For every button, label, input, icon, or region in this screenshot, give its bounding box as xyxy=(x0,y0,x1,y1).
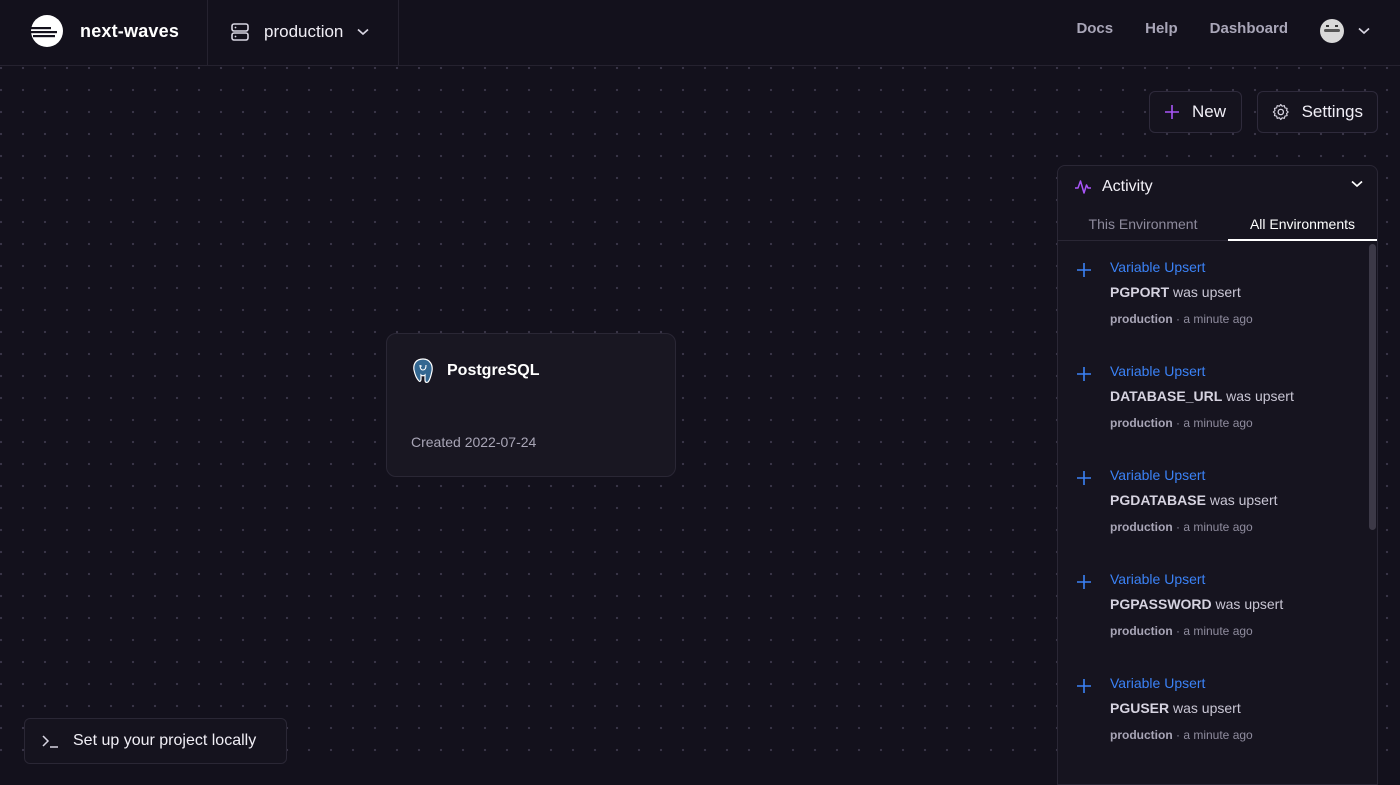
settings-button-label: Settings xyxy=(1301,102,1363,121)
service-created-date: Created 2022-07-24 xyxy=(411,434,537,450)
divider xyxy=(207,0,208,66)
environment-selector[interactable]: production xyxy=(230,18,369,46)
new-button-label: New xyxy=(1192,102,1227,121)
activity-item-description: PGDATABASE was upsert xyxy=(1110,492,1278,508)
activity-item-description: DATABASE_URL was upsert xyxy=(1110,388,1294,404)
timestamp: · a minute ago xyxy=(1176,728,1253,742)
activity-item-meta: production · a minute ago xyxy=(1110,520,1253,534)
activity-item[interactable]: Variable Upsert PGDATABASE was upsert pr… xyxy=(1058,450,1358,554)
activity-panel: Activity This Environment All Environmen… xyxy=(1057,165,1378,785)
activity-title: Activity xyxy=(1102,178,1153,195)
environment-tag: production xyxy=(1110,312,1173,326)
variable-name: PGUSER xyxy=(1110,700,1170,716)
timestamp: · a minute ago xyxy=(1176,624,1253,638)
user-menu[interactable] xyxy=(1320,19,1370,43)
activity-icon xyxy=(1075,180,1091,194)
terminal-icon xyxy=(42,735,58,748)
plus-icon xyxy=(1077,263,1091,277)
activity-item[interactable]: Variable Upsert DATABASE_URL was upsert … xyxy=(1058,346,1358,450)
plus-icon xyxy=(1077,471,1091,485)
environment-tag: production xyxy=(1110,520,1173,534)
activity-item[interactable]: Variable Upsert PGPORT was upsert produc… xyxy=(1058,242,1358,346)
activity-item-meta: production · a minute ago xyxy=(1110,624,1253,638)
action-text: was upsert xyxy=(1226,388,1294,404)
action-text: was upsert xyxy=(1173,700,1241,716)
activity-item-meta: production · a minute ago xyxy=(1110,728,1253,742)
top-bar: next-waves production Docs Help Dashboar… xyxy=(0,0,1400,66)
action-text: was upsert xyxy=(1173,284,1241,300)
plus-icon xyxy=(1077,367,1091,381)
settings-button[interactable]: Settings xyxy=(1257,91,1378,133)
variable-name: PGPORT xyxy=(1110,284,1170,300)
variable-name: DATABASE_URL xyxy=(1110,388,1223,404)
setup-locally-label: Set up your project locally xyxy=(73,732,257,749)
action-text: was upsert xyxy=(1215,596,1284,612)
help-link[interactable]: Help xyxy=(1145,20,1178,37)
plus-icon xyxy=(1165,105,1179,119)
activity-item-meta: production · a minute ago xyxy=(1110,416,1253,430)
environment-name: production xyxy=(264,22,344,41)
chevron-down-icon xyxy=(1351,180,1363,188)
activity-item-meta: production · a minute ago xyxy=(1110,312,1253,326)
new-button[interactable]: New xyxy=(1149,91,1242,133)
activity-item-description: PGUSER was upsert xyxy=(1110,700,1241,716)
service-card-postgresql[interactable]: PostgreSQL Created 2022-07-24 xyxy=(386,333,676,477)
timestamp: · a minute ago xyxy=(1176,312,1253,326)
activity-item-title[interactable]: Variable Upsert xyxy=(1110,467,1205,483)
avatar xyxy=(1320,19,1344,43)
tab-all-environments[interactable]: All Environments xyxy=(1228,208,1377,241)
variable-name: PGDATABASE xyxy=(1110,492,1206,508)
activity-tabs: This Environment All Environments xyxy=(1058,208,1377,241)
environment-tag: production xyxy=(1110,416,1173,430)
activity-item-title[interactable]: Variable Upsert xyxy=(1110,259,1205,275)
tab-this-environment[interactable]: This Environment xyxy=(1058,208,1228,241)
chevron-down-icon xyxy=(357,28,369,36)
top-nav: Docs Help Dashboard xyxy=(1076,20,1288,37)
server-icon xyxy=(231,23,249,41)
service-name: PostgreSQL xyxy=(447,362,540,379)
setup-locally-button[interactable]: Set up your project locally xyxy=(24,718,287,764)
chevron-down-icon xyxy=(1358,27,1370,35)
divider xyxy=(398,0,399,66)
gear-icon xyxy=(1272,103,1289,121)
variable-name: PGPASSWORD xyxy=(1110,596,1212,612)
environment-tag: production xyxy=(1110,728,1173,742)
activity-item-title[interactable]: Variable Upsert xyxy=(1110,571,1205,587)
activity-item-title[interactable]: Variable Upsert xyxy=(1110,675,1205,691)
dashboard-link[interactable]: Dashboard xyxy=(1210,20,1288,37)
scrollbar[interactable] xyxy=(1369,244,1376,530)
docs-link[interactable]: Docs xyxy=(1076,20,1113,37)
postgresql-icon xyxy=(413,358,433,383)
project-brand[interactable]: next-waves xyxy=(30,14,179,48)
plus-icon xyxy=(1077,679,1091,693)
action-text: was upsert xyxy=(1209,492,1278,508)
activity-item-description: PGPORT was upsert xyxy=(1110,284,1241,300)
environment-tag: production xyxy=(1110,624,1173,638)
activity-item-title[interactable]: Variable Upsert xyxy=(1110,363,1205,379)
timestamp: · a minute ago xyxy=(1176,520,1253,534)
activity-item[interactable]: Variable Upsert PGUSER was upsert produc… xyxy=(1058,658,1358,762)
timestamp: · a minute ago xyxy=(1176,416,1253,430)
logo-icon xyxy=(31,15,63,47)
activity-item[interactable]: Variable Upsert PGPASSWORD was upsert pr… xyxy=(1058,554,1358,658)
activity-header[interactable]: Activity xyxy=(1058,166,1377,208)
plus-icon xyxy=(1077,575,1091,589)
project-name: next-waves xyxy=(80,20,180,41)
activity-item-description: PGPASSWORD was upsert xyxy=(1110,596,1283,612)
